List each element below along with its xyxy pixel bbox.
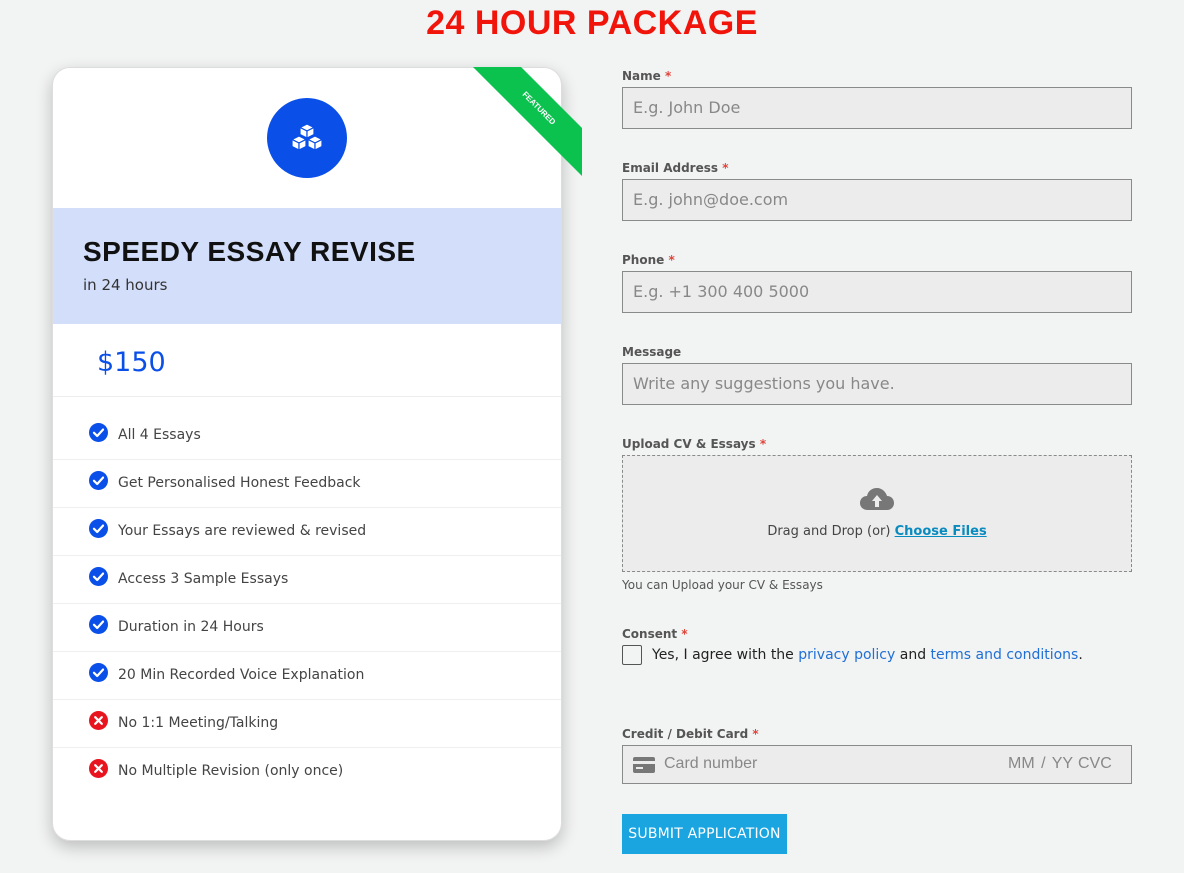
feature-text: No Multiple Revision (only once): [118, 763, 344, 779]
check-circle-icon: [89, 663, 108, 682]
page-title: 24 HOUR PACKAGE: [426, 4, 758, 42]
privacy-policy-link[interactable]: privacy policy: [798, 647, 895, 663]
check-circle-icon: [89, 567, 108, 586]
card-expiry-field[interactable]: MM / YY: [1008, 755, 1073, 773]
feature-item: No 1:1 Meeting/Talking: [53, 700, 561, 748]
card-input[interactable]: Card number MM / YY CVC: [622, 745, 1132, 784]
feature-text: Duration in 24 Hours: [118, 619, 264, 635]
feature-text: No 1:1 Meeting/Talking: [118, 715, 279, 731]
card-label: Credit / Debit Card *: [622, 727, 759, 741]
x-circle-icon: [89, 759, 108, 778]
check-circle-icon: [89, 471, 108, 490]
cloud-upload-icon: [860, 488, 894, 510]
card-number-field[interactable]: Card number: [664, 755, 757, 773]
featured-ribbon-label: FEATURED: [520, 89, 558, 127]
check-circle-icon: [89, 615, 108, 634]
message-field[interactable]: Write any suggestions you have.: [622, 363, 1132, 405]
feature-text: Your Essays are reviewed & revised: [118, 523, 367, 539]
name-label: Name *: [622, 69, 672, 83]
upload-label: Upload CV & Essays *: [622, 437, 767, 451]
phone-field[interactable]: E.g. +1 300 400 5000: [622, 271, 1132, 313]
card-title-band: SPEEDY ESSAY REVISE in 24 hours: [53, 208, 561, 324]
message-label: Message: [622, 345, 682, 359]
terms-link[interactable]: terms and conditions: [931, 647, 1079, 663]
feature-item: Access 3 Sample Essays: [53, 556, 561, 604]
feature-list: All 4 Essays Get Personalised Honest Feed…: [53, 412, 561, 796]
credit-card-icon: [633, 757, 655, 773]
consent-label: Consent *: [622, 627, 688, 641]
feature-item: Your Essays are reviewed & revised: [53, 508, 561, 556]
upload-help-text: You can Upload your CV & Essays: [622, 578, 823, 592]
card-title: SPEEDY ESSAY REVISE: [83, 236, 416, 267]
card-subtitle: in 24 hours: [83, 276, 168, 294]
email-field[interactable]: E.g. john@doe.com: [622, 179, 1132, 221]
featured-ribbon: FEATURED: [440, 67, 582, 195]
dropzone-text: Drag and Drop (or) Choose Files: [767, 524, 987, 539]
email-label: Email Address *: [622, 161, 729, 175]
feature-text: Access 3 Sample Essays: [118, 571, 289, 587]
submit-button[interactable]: SUBMIT APPLICATION: [622, 814, 787, 854]
card-cvc-field[interactable]: CVC: [1078, 755, 1112, 773]
feature-item: 20 Min Recorded Voice Explanation: [53, 652, 561, 700]
consent-text: Yes, I agree with the privacy policy and…: [652, 647, 1083, 663]
divider: [53, 396, 561, 397]
name-field[interactable]: E.g. John Doe: [622, 87, 1132, 129]
feature-item: All 4 Essays: [53, 412, 561, 460]
price: $150: [97, 347, 166, 378]
file-dropzone[interactable]: Drag and Drop (or) Choose Files: [622, 455, 1132, 572]
feature-item: No Multiple Revision (only once): [53, 748, 561, 796]
x-circle-icon: [89, 711, 108, 730]
choose-files-link[interactable]: Choose Files: [895, 524, 987, 539]
phone-label: Phone *: [622, 253, 675, 267]
feature-text: Get Personalised Honest Feedback: [118, 475, 361, 491]
feature-text: 20 Min Recorded Voice Explanation: [118, 667, 365, 683]
feature-text: All 4 Essays: [118, 427, 201, 443]
feature-item: Duration in 24 Hours: [53, 604, 561, 652]
consent-checkbox[interactable]: [622, 645, 642, 665]
cubes-icon: [267, 98, 347, 178]
check-circle-icon: [89, 519, 108, 538]
check-circle-icon: [89, 423, 108, 442]
feature-item: Get Personalised Honest Feedback: [53, 460, 561, 508]
